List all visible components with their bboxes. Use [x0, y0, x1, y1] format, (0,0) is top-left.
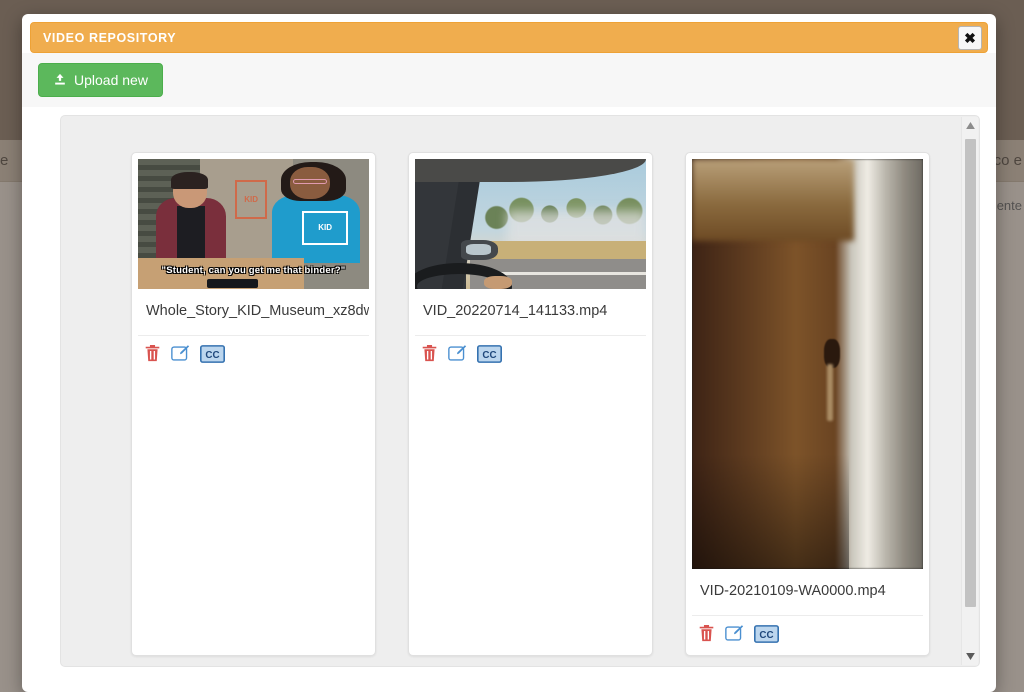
- thumbnail-caption-overlay: "Student, can you get me that binder?": [161, 265, 346, 276]
- video-thumbnail[interactable]: [415, 159, 646, 289]
- video-card[interactable]: KID KID "Student, can you get me that bi…: [131, 152, 376, 656]
- video-card-actions: CC: [138, 335, 369, 369]
- video-repository-modal: VIDEO REPOSITORY ✖ Upload new KID KID "S…: [22, 14, 996, 692]
- upload-icon: [53, 73, 67, 87]
- video-filename: VID-20210109-WA0000.mp4: [700, 583, 886, 599]
- upload-new-label: Upload new: [74, 72, 148, 88]
- modal-toolbar: Upload new: [22, 53, 996, 107]
- thumbnail-artwork: [692, 159, 923, 569]
- trash-icon[interactable]: [698, 624, 715, 643]
- video-card-actions: CC: [692, 615, 923, 649]
- upload-new-button[interactable]: Upload new: [38, 63, 163, 97]
- svg-text:CC: CC: [482, 350, 496, 361]
- close-icon[interactable]: ✖: [958, 26, 982, 50]
- vertical-scrollbar[interactable]: [961, 117, 978, 665]
- scrollbar-thumb[interactable]: [965, 139, 976, 607]
- video-thumbnail[interactable]: KID KID "Student, can you get me that bi…: [138, 159, 369, 289]
- video-filename: VID_20220714_141133.mp4: [423, 303, 608, 319]
- modal-header: VIDEO REPOSITORY ✖: [30, 22, 988, 53]
- page-title: VIDEO REPOSITORY: [43, 30, 177, 45]
- scroll-down-arrow-icon[interactable]: [962, 648, 979, 665]
- svg-text:CC: CC: [759, 630, 773, 641]
- video-list-panel: KID KID "Student, can you get me that bi…: [60, 115, 980, 667]
- thumbnail-artwork: [415, 159, 646, 289]
- closed-captions-icon[interactable]: CC: [200, 344, 225, 363]
- video-card[interactable]: VID_20220714_141133.mp4 CC: [408, 152, 653, 656]
- trash-icon[interactable]: [421, 344, 438, 363]
- video-filename: Whole_Story_KID_Museum_xz8dwe....: [146, 303, 369, 319]
- video-card[interactable]: VID-20210109-WA0000.mp4 CC: [685, 152, 930, 656]
- edit-pencil-icon[interactable]: [725, 624, 744, 643]
- video-cards-container: KID KID "Student, can you get me that bi…: [61, 116, 961, 666]
- trash-icon[interactable]: [144, 344, 161, 363]
- edit-pencil-icon[interactable]: [448, 344, 467, 363]
- video-thumbnail[interactable]: [692, 159, 923, 569]
- closed-captions-icon[interactable]: CC: [754, 624, 779, 643]
- video-card-actions: CC: [415, 335, 646, 369]
- closed-captions-icon[interactable]: CC: [477, 344, 502, 363]
- svg-text:CC: CC: [205, 350, 219, 361]
- scroll-up-arrow-icon[interactable]: [962, 117, 979, 134]
- edit-pencil-icon[interactable]: [171, 344, 190, 363]
